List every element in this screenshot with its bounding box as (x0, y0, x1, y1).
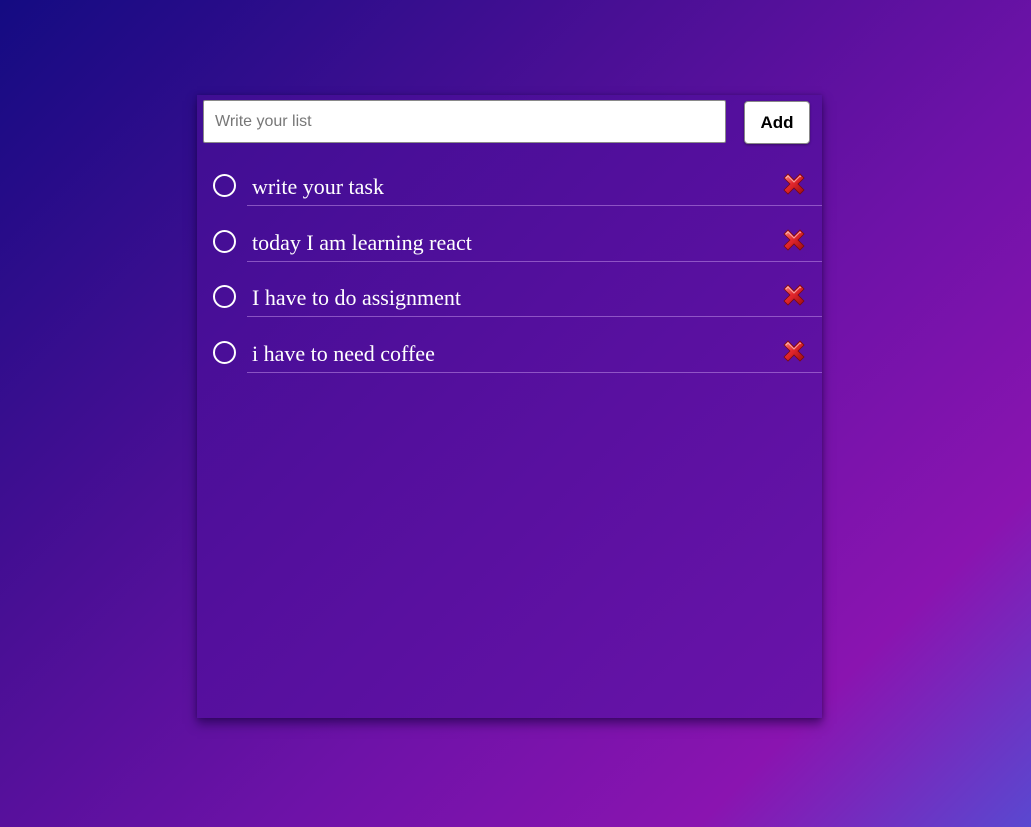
task-text: I have to do assignment (252, 285, 461, 311)
close-x-icon[interactable] (781, 282, 807, 308)
close-x-icon[interactable] (781, 171, 807, 197)
close-x-icon[interactable] (781, 227, 807, 253)
complete-checkbox[interactable] (213, 229, 236, 253)
divider (247, 372, 822, 374)
add-button[interactable]: Add (744, 101, 810, 144)
list-item: today I am learning react (197, 221, 822, 277)
complete-checkbox[interactable] (213, 341, 236, 365)
task-text: i have to need coffee (252, 341, 435, 367)
list-item: I have to do assignment (197, 276, 822, 332)
complete-checkbox[interactable] (213, 174, 236, 197)
add-task-row: Add (203, 100, 810, 144)
task-list: write your task today I am learning reac… (197, 165, 822, 388)
task-text: today I am learning react (252, 229, 472, 255)
todo-panel: Add write your task today I am lea (197, 95, 822, 718)
task-text: write your task (252, 174, 384, 199)
task-input[interactable] (203, 100, 726, 143)
divider (247, 260, 822, 262)
list-item: i have to need coffee (197, 332, 822, 388)
divider (247, 205, 822, 206)
close-x-icon[interactable] (781, 338, 807, 364)
list-item: write your task (197, 165, 822, 221)
complete-checkbox[interactable] (213, 285, 236, 309)
divider (247, 316, 822, 318)
